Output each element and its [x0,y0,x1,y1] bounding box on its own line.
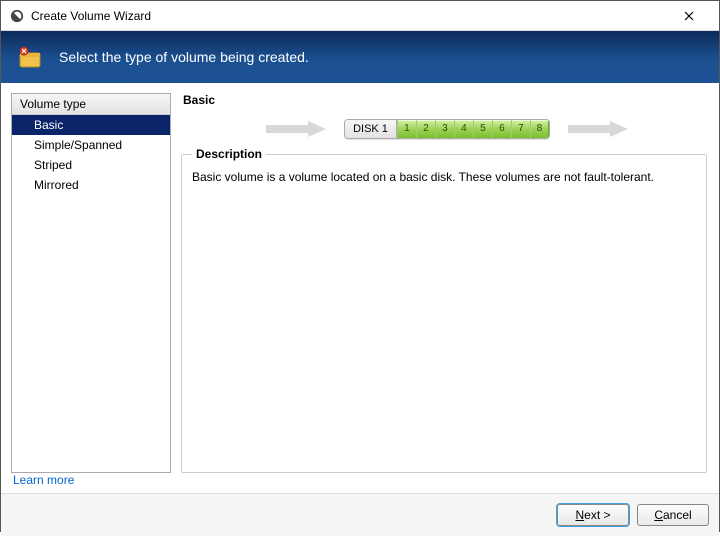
disk-segment: 2 [416,120,435,138]
banner: Select the type of volume being created. [1,31,719,83]
banner-text: Select the type of volume being created. [59,49,309,65]
description-legend: Description [192,147,266,161]
sidebar-item-striped[interactable]: Striped [12,155,170,175]
learn-more-link[interactable]: Learn more [13,473,74,487]
sidebar-item-basic[interactable]: Basic [12,115,170,135]
close-button[interactable] [667,2,711,30]
disk-segment: 6 [492,120,511,138]
window-title: Create Volume Wizard [31,9,151,23]
disk-segment: 5 [473,120,492,138]
main-panel: Basic DISK 1 12345678 Description Basic … [181,93,713,473]
content: Volume type BasicSimple/SpannedStripedMi… [1,83,719,473]
disk-illustration: DISK 1 12345678 [181,119,713,139]
titlebar: Create Volume Wizard [1,1,719,31]
arrow-left-icon [266,120,326,138]
disk-segment: 8 [530,120,549,138]
arrow-right-icon [568,120,628,138]
sidebar-list: BasicSimple/SpannedStripedMirrored [12,115,170,472]
disk-segment: 1 [397,120,416,138]
disk-segment: 4 [454,120,473,138]
sidebar-item-simple-spanned[interactable]: Simple/Spanned [12,135,170,155]
disk-chip: DISK 1 12345678 [344,119,550,139]
sidebar-item-mirrored[interactable]: Mirrored [12,175,170,195]
disk-segment: 7 [511,120,530,138]
cancel-button[interactable]: Cancel [637,504,709,526]
disk-label: DISK 1 [345,120,397,138]
sidebar-header: Volume type [12,94,170,115]
volume-type-title: Basic [181,93,713,107]
description-box: Description Basic volume is a volume loc… [181,147,707,473]
description-text: Basic volume is a volume located on a ba… [192,169,696,186]
app-icon [9,8,25,24]
next-button[interactable]: Next > [557,504,629,526]
disk-segment: 3 [435,120,454,138]
wizard-icon [17,43,45,71]
footer: Next > Cancel [1,493,719,536]
sidebar: Volume type BasicSimple/SpannedStripedMi… [11,93,171,473]
